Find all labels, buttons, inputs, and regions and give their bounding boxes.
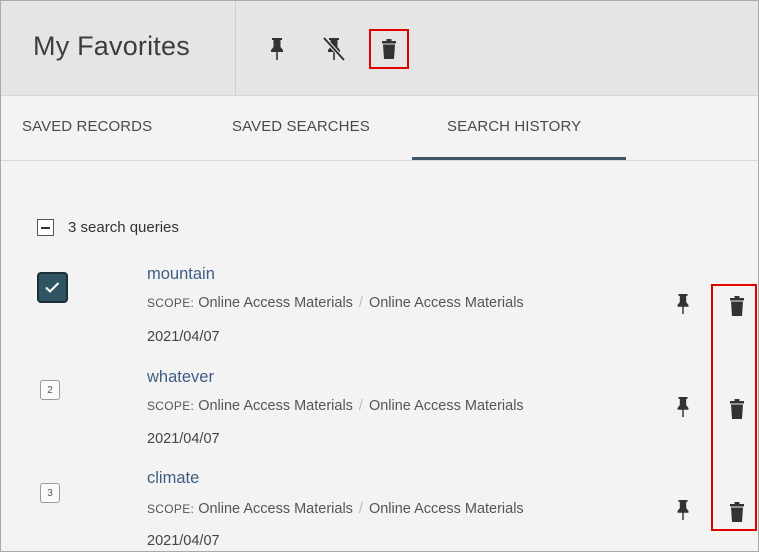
tab-search-history[interactable]: SEARCH HISTORY (447, 118, 581, 135)
scope-label: SCOPE: (147, 502, 195, 516)
scope-separator: / (358, 501, 363, 517)
pin-icon[interactable] (676, 500, 690, 520)
favorites-header: My Favorites (1, 1, 758, 96)
scope-separator: / (358, 398, 363, 414)
checkmark-icon (45, 282, 60, 293)
scope-label: SCOPE: (147, 399, 195, 413)
scope-value: Online Access Materials (198, 398, 353, 414)
query-scope: SCOPE: Online Access Materials / Online Ac… (147, 501, 524, 517)
row-1-checkbox[interactable] (37, 272, 68, 303)
query-scope: SCOPE: Online Access Materials / Online Ac… (147, 398, 524, 414)
active-tab-indicator (412, 157, 626, 160)
unpin-icon[interactable] (319, 32, 349, 66)
scope-value-2: Online Access Materials (368, 295, 524, 311)
row-3-checkbox[interactable]: 3 (40, 483, 60, 503)
scope-label: SCOPE: (147, 296, 195, 310)
page-title: My Favorites (33, 31, 190, 61)
query-title-mountain[interactable]: mountain (147, 265, 215, 284)
query-date: 2021/04/07 (147, 329, 220, 345)
tab-saved-searches[interactable]: SAVED SEARCHES (232, 118, 370, 135)
delete-all-icon[interactable] (369, 29, 409, 69)
query-count-label: 3 search queries (68, 219, 179, 236)
tab-saved-records[interactable]: SAVED RECORDS (22, 118, 152, 135)
query-scope: SCOPE: Online Access Materials / Online Ac… (147, 295, 524, 311)
scope-separator: / (358, 295, 363, 311)
query-date: 2021/04/07 (147, 431, 220, 447)
row-2-checkbox[interactable]: 2 (40, 380, 60, 400)
scope-value: Online Access Materials (198, 295, 353, 311)
scope-value-2: Online Access Materials (368, 501, 524, 517)
scope-value: Online Access Materials (198, 501, 353, 517)
query-title-whatever[interactable]: whatever (147, 368, 214, 387)
pin-icon[interactable] (262, 32, 292, 66)
scope-value-2: Online Access Materials (368, 398, 524, 414)
pin-icon[interactable] (676, 294, 690, 314)
pin-icon[interactable] (676, 397, 690, 417)
header-divider (235, 1, 236, 95)
query-title-climate[interactable]: climate (147, 469, 199, 488)
favorites-tabs: SAVED RECORDS SAVED SEARCHES SEARCH HIST… (1, 96, 758, 161)
select-all-checkbox[interactable] (37, 219, 54, 236)
query-date: 2021/04/07 (147, 533, 220, 549)
highlight-frame (711, 284, 757, 531)
